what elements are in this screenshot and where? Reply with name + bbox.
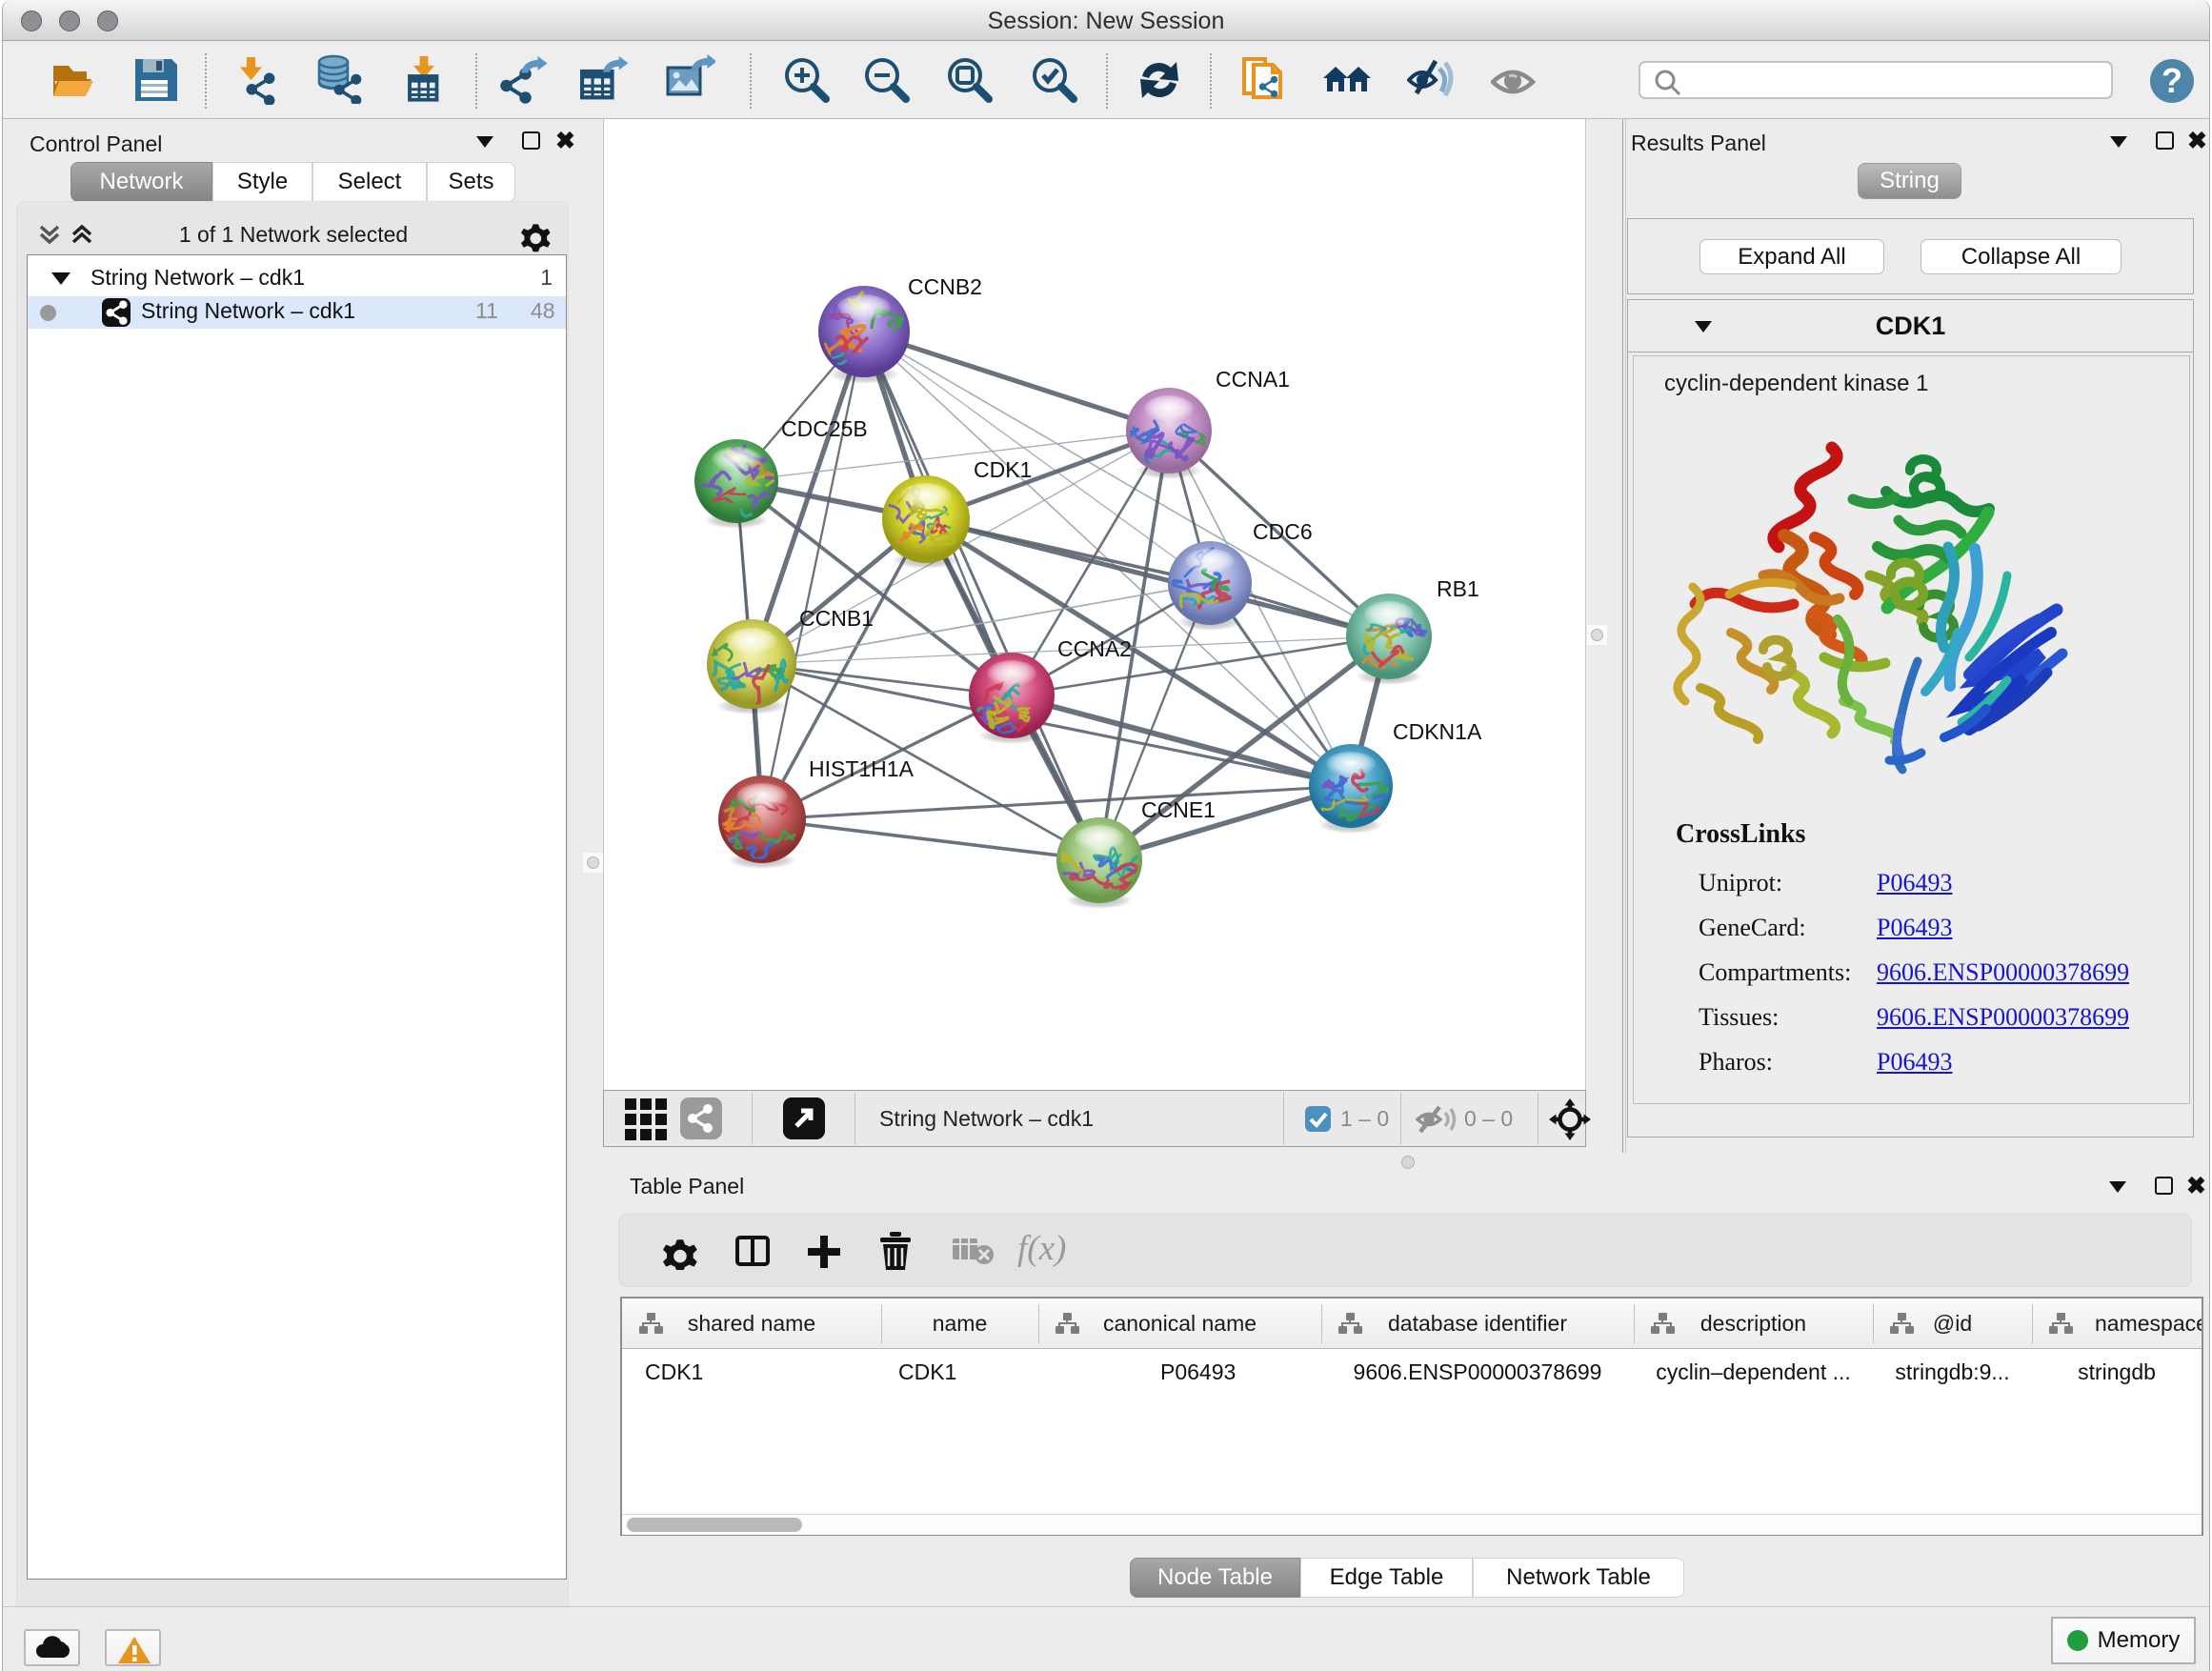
- svg-text:CCNB1: CCNB1: [799, 606, 874, 631]
- svg-text:CDC25B: CDC25B: [781, 416, 868, 441]
- svg-text:CDC6: CDC6: [1253, 519, 1313, 544]
- svg-text:?: ?: [2162, 61, 2182, 100]
- svg-text:CCNB2: CCNB2: [908, 274, 982, 299]
- svg-text:CDKN1A: CDKN1A: [1393, 719, 1482, 744]
- svg-text:HIST1H1A: HIST1H1A: [809, 756, 915, 781]
- svg-text:CCNA2: CCNA2: [1057, 636, 1132, 661]
- svg-text:RB1: RB1: [1437, 576, 1479, 601]
- svg-text:CDK1: CDK1: [974, 457, 1032, 482]
- svg-text:CCNA1: CCNA1: [1216, 367, 1290, 392]
- svg-text:CCNE1: CCNE1: [1141, 797, 1216, 822]
